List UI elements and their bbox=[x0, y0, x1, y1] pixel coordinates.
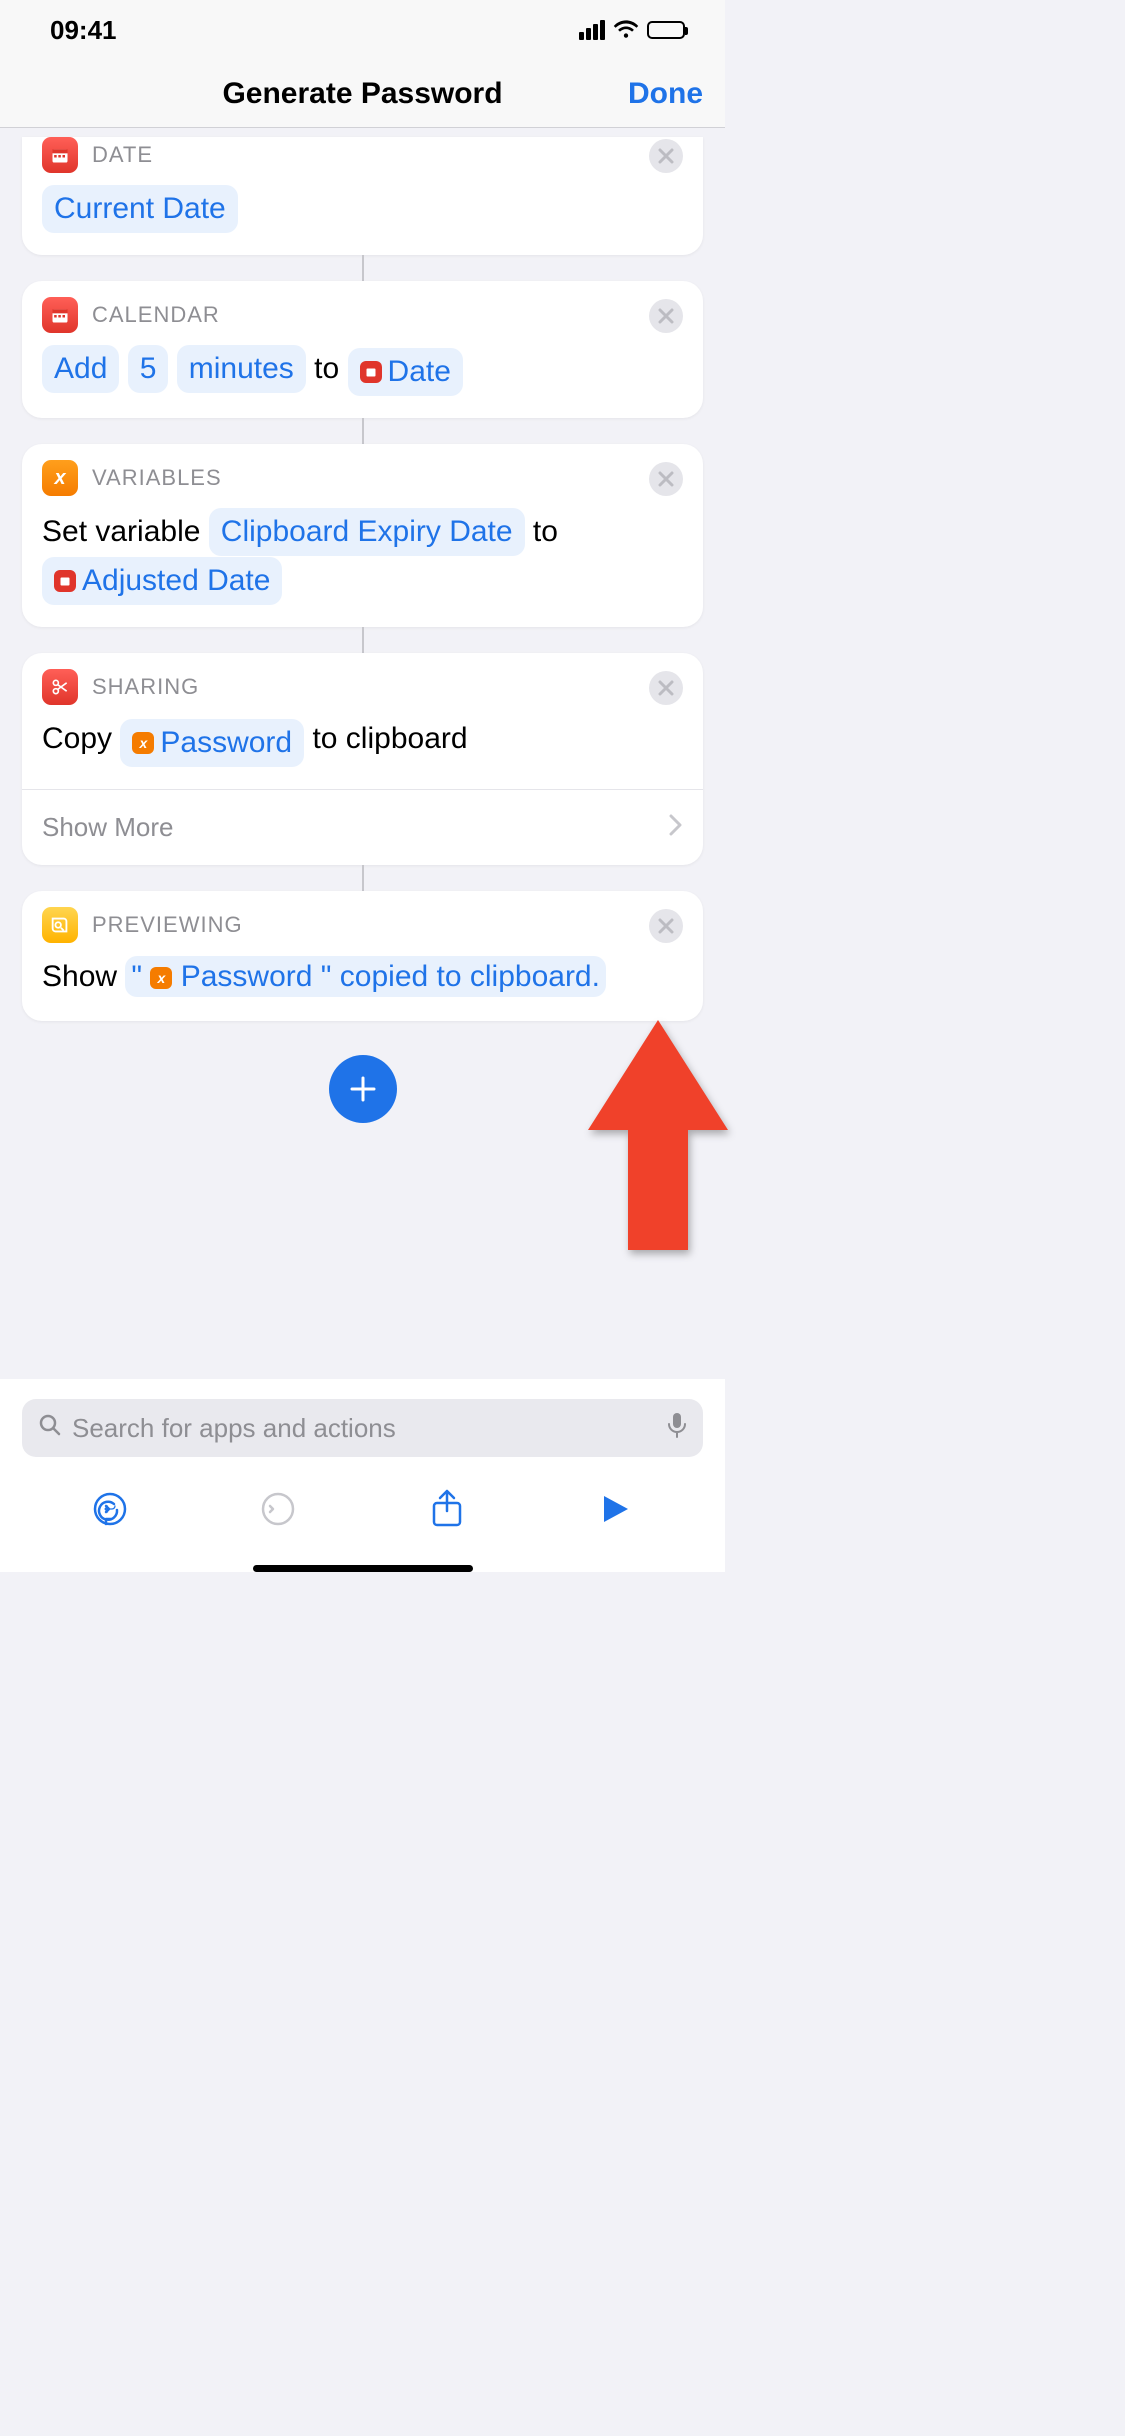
connector bbox=[362, 255, 364, 281]
rest-text: " copied to clipboard. bbox=[321, 960, 600, 993]
word-to-clipboard: to clipboard bbox=[312, 722, 467, 755]
quote-open: " bbox=[131, 960, 142, 993]
status-time: 09:41 bbox=[50, 15, 117, 46]
calendar-mini-icon bbox=[360, 361, 382, 383]
word-show: Show bbox=[42, 960, 117, 993]
scissors-icon bbox=[42, 669, 78, 705]
share-button[interactable] bbox=[427, 1489, 467, 1529]
calendar-icon bbox=[42, 137, 78, 173]
battery-icon bbox=[647, 21, 685, 39]
redo-button[interactable] bbox=[258, 1489, 298, 1529]
calendar-mini-icon bbox=[54, 570, 76, 592]
delete-action-button[interactable] bbox=[649, 909, 683, 943]
page-title: Generate Password bbox=[222, 77, 502, 111]
chevron-right-icon bbox=[669, 812, 683, 843]
delete-action-button[interactable] bbox=[649, 671, 683, 705]
pill-label: Date bbox=[388, 350, 451, 394]
pill-label: Password bbox=[160, 721, 292, 765]
home-indicator bbox=[253, 1565, 473, 1572]
variable-mini-icon: x bbox=[150, 967, 172, 989]
action-body: Show " x Password " copied to clipboard. bbox=[42, 955, 683, 999]
action-card-variables[interactable]: x VARIABLES Set variable Clipboard Expir… bbox=[22, 444, 703, 627]
done-button[interactable]: Done bbox=[628, 77, 703, 111]
variable-value-pill[interactable]: Adjusted Date bbox=[42, 557, 282, 605]
show-more-label: Show More bbox=[42, 812, 174, 843]
variable-pill[interactable]: x Password bbox=[120, 719, 304, 767]
action-card-sharing[interactable]: SHARING Copy x Password to clipboard Sho… bbox=[22, 653, 703, 865]
action-body: Copy x Password to clipboard bbox=[42, 717, 683, 767]
param-number[interactable]: 5 bbox=[128, 345, 169, 393]
word-to: to bbox=[533, 515, 558, 548]
variable-icon: x bbox=[42, 460, 78, 496]
wifi-icon bbox=[613, 18, 639, 43]
app-label: CALENDAR bbox=[92, 302, 220, 328]
pill-label: Adjusted Date bbox=[82, 559, 270, 603]
word-set-variable: Set variable bbox=[42, 515, 200, 548]
delete-action-button[interactable] bbox=[649, 299, 683, 333]
status-right bbox=[579, 18, 685, 43]
app-label: VARIABLES bbox=[92, 465, 222, 491]
connector bbox=[362, 627, 364, 653]
undo-button[interactable] bbox=[90, 1489, 130, 1529]
variable-pill[interactable]: Date bbox=[348, 348, 463, 396]
add-action-button[interactable] bbox=[329, 1055, 397, 1123]
connector bbox=[362, 865, 364, 891]
app-label: SHARING bbox=[92, 674, 199, 700]
app-label: PREVIEWING bbox=[92, 912, 243, 938]
delete-action-button[interactable] bbox=[649, 462, 683, 496]
action-card-date[interactable]: DATE Current Date bbox=[22, 137, 703, 255]
dictation-icon[interactable] bbox=[667, 1412, 687, 1445]
variable-mini-icon: x bbox=[132, 732, 154, 754]
word-copy: Copy bbox=[42, 722, 112, 755]
quicklook-icon bbox=[42, 907, 78, 943]
run-button[interactable] bbox=[595, 1489, 635, 1529]
action-body: Add 5 minutes to Date bbox=[42, 345, 683, 396]
action-card-previewing[interactable]: PREVIEWING Show " x Password " copied to… bbox=[22, 891, 703, 1021]
search-input[interactable]: Search for apps and actions bbox=[22, 1399, 703, 1457]
bottom-panel: Search for apps and actions bbox=[0, 1379, 725, 1572]
status-bar: 09:41 bbox=[0, 0, 725, 60]
search-placeholder: Search for apps and actions bbox=[72, 1413, 657, 1444]
action-body: Set variable Clipboard Expiry Date to Ad… bbox=[42, 508, 683, 605]
param-unit[interactable]: minutes bbox=[177, 345, 306, 393]
calendar-icon bbox=[42, 297, 78, 333]
search-icon bbox=[38, 1413, 62, 1444]
app-label: DATE bbox=[92, 142, 153, 168]
cellular-icon bbox=[579, 20, 605, 40]
delete-action-button[interactable] bbox=[649, 139, 683, 173]
action-card-calendar[interactable]: CALENDAR Add 5 minutes to Date bbox=[22, 281, 703, 418]
variable-pill[interactable]: Current Date bbox=[42, 185, 238, 233]
toolbar bbox=[0, 1467, 725, 1551]
inner-var: Password bbox=[181, 960, 313, 993]
show-more-row[interactable]: Show More bbox=[22, 789, 703, 865]
word-to: to bbox=[314, 352, 339, 385]
actions-scroll[interactable]: DATE Current Date CALENDAR bbox=[0, 128, 725, 1346]
action-body: Current Date bbox=[42, 185, 683, 233]
connector bbox=[362, 418, 364, 444]
variable-name-pill[interactable]: Clipboard Expiry Date bbox=[209, 508, 525, 556]
nav-bar: Generate Password Done bbox=[0, 60, 725, 128]
param-operation[interactable]: Add bbox=[42, 345, 119, 393]
text-param-pill[interactable]: " x Password " copied to clipboard. bbox=[125, 956, 606, 997]
